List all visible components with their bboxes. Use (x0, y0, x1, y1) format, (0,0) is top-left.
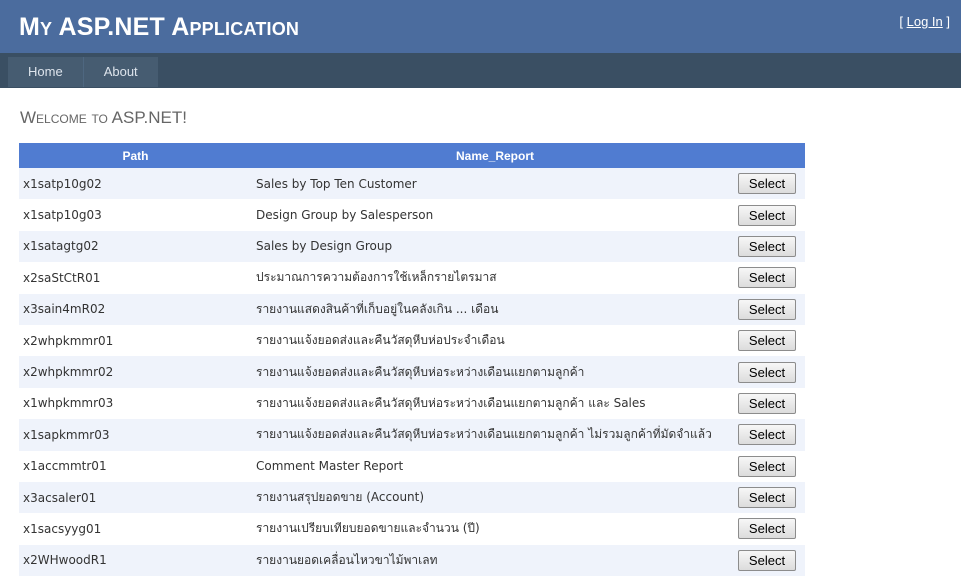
row-select-cell: Select (738, 419, 805, 451)
table-row: x2WHwoodR1 รายงานยอดเคลื่อนไหวขาไม้พาเลท S… (19, 544, 805, 576)
row-select-cell: Select (738, 324, 805, 357)
row-select-cell: Select (738, 230, 805, 263)
log-in-link[interactable]: Log In (907, 14, 943, 29)
select-button[interactable]: Select (738, 173, 796, 195)
row-name-report-cell: รายงานสรุปยอดขาย (Account) (252, 481, 738, 514)
grid-body: x1satp10g02 Sales by Top Ten Customer Sele… (19, 168, 805, 576)
row-path-cell: x1satp10g03 (19, 199, 252, 231)
select-button[interactable]: Select (738, 235, 796, 257)
row-path-cell: x1accmmtr01 (19, 450, 252, 482)
row-name-report-cell: ประมาณการความต้องการใช้เหล็กรายไตรมาส (252, 262, 738, 294)
row-name-report-cell: Design Group by Salesperson (252, 199, 738, 231)
table-row: x1accmmtr01 Comment Master Report Select (19, 450, 805, 482)
row-path-cell: x2whpkmmr02 (19, 356, 252, 388)
table-row: x1satagtg02 Sales by Design Group Select (19, 230, 805, 263)
column-header-path[interactable]: Path (19, 143, 252, 168)
table-row: x1satp10g03 Design Group by Salesperson Se… (19, 199, 805, 231)
row-path-cell: x2WHwoodR1 (19, 544, 252, 576)
select-button[interactable]: Select (738, 298, 796, 320)
login-bracket-open: [ (899, 14, 907, 29)
row-name-report-cell: Sales by Top Ten Customer (252, 168, 738, 200)
table-row: x3sain4mR02 รายงานแสดงสินค้าที่เก็บอยู่ใน… (19, 293, 805, 325)
row-select-cell: Select (738, 356, 805, 388)
row-name-report-cell: Comment Master Report (252, 450, 738, 482)
grid-header-row: Path Name_Report (19, 143, 805, 168)
row-select-cell: Select (738, 481, 805, 514)
table-row: x1sacsyyg01 รายงานเปรียบเทียบยอดขายและจำน… (19, 513, 805, 545)
menu-item-home[interactable]: Home (8, 57, 83, 87)
table-row: x1whpkmmr03 รายงานแจ้งยอดส่งและคืนวัสดุหี… (19, 387, 805, 420)
row-select-cell: Select (738, 387, 805, 420)
report-grid: Path Name_Report x1satp10g02 Sales by Top… (19, 143, 805, 576)
login-bracket-close: ] (942, 14, 950, 29)
row-path-cell: x1whpkmmr03 (19, 387, 252, 420)
row-name-report-cell: รายงานแจ้งยอดส่งและคืนวัสดุหีบห่อระหว่าง… (252, 419, 738, 451)
row-path-cell: x1satp10g02 (19, 168, 252, 200)
row-select-cell: Select (738, 168, 805, 200)
login-display: [ Log In ] (899, 14, 950, 29)
table-row: x2saStCtR01 ประมาณการความต้องการใช้เหล็กร… (19, 262, 805, 294)
row-name-report-cell: Sales by Design Group (252, 230, 738, 263)
row-path-cell: x1sapkmmr03 (19, 419, 252, 451)
row-path-cell: x1satagtg02 (19, 230, 252, 263)
select-button[interactable]: Select (738, 330, 796, 352)
row-name-report-cell: รายงานแจ้งยอดส่งและคืนวัสดุหีบห่อประจำเด… (252, 324, 738, 357)
table-row: x2whpkmmr01 รายงานแจ้งยอดส่งและคืนวัสดุหี… (19, 324, 805, 357)
row-select-cell: Select (738, 293, 805, 325)
select-button[interactable]: Select (738, 424, 796, 446)
row-path-cell: x2whpkmmr01 (19, 324, 252, 357)
row-name-report-cell: รายงานแจ้งยอดส่งและคืนวัสดุหีบห่อระหว่าง… (252, 356, 738, 388)
menu-bar: Home About (0, 53, 961, 88)
row-path-cell: x1sacsyyg01 (19, 513, 252, 545)
page-header: My ASP.NET Application [ Log In ] (0, 0, 961, 53)
row-select-cell: Select (738, 544, 805, 576)
row-name-report-cell: รายงานแสดงสินค้าที่เก็บอยู่ในคลังเกิน ..… (252, 293, 738, 325)
row-path-cell: x3acsaler01 (19, 481, 252, 514)
row-select-cell: Select (738, 199, 805, 231)
row-name-report-cell: รายงานเปรียบเทียบยอดขายและจำนวน (ปี) (252, 513, 738, 545)
select-button[interactable]: Select (738, 392, 796, 414)
row-select-cell: Select (738, 450, 805, 482)
table-row: x1satp10g02 Sales by Top Ten Customer Sele… (19, 168, 805, 200)
row-name-report-cell: รายงานยอดเคลื่อนไหวขาไม้พาเลท (252, 544, 738, 576)
row-select-cell: Select (738, 262, 805, 294)
page-heading: Welcome to ASP.NET! (20, 108, 187, 127)
row-name-report-cell: รายงานแจ้งยอดส่งและคืนวัสดุหีบห่อระหว่าง… (252, 387, 738, 420)
select-button[interactable]: Select (738, 549, 796, 571)
row-path-cell: x2saStCtR01 (19, 262, 252, 294)
column-header-name-report[interactable]: Name_Report (252, 143, 738, 168)
menu-item-about[interactable]: About (82, 57, 158, 87)
table-row: x1sapkmmr03 รายงานแจ้งยอดส่งและคืนวัสดุหี… (19, 419, 805, 451)
select-button[interactable]: Select (738, 455, 796, 477)
main-menu: Home About (8, 57, 158, 87)
select-button[interactable]: Select (738, 487, 796, 509)
row-path-cell: x3sain4mR02 (19, 293, 252, 325)
row-select-cell: Select (738, 513, 805, 545)
app-title: My ASP.NET Application (19, 13, 300, 41)
table-row: x2whpkmmr02 รายงานแจ้งยอดส่งและคืนวัสดุหี… (19, 356, 805, 388)
select-button[interactable]: Select (738, 267, 796, 289)
table-row: x3acsaler01 รายงานสรุปยอดขาย (Account) Sel… (19, 481, 805, 514)
select-button[interactable]: Select (738, 204, 796, 226)
select-button[interactable]: Select (738, 518, 796, 540)
column-header-select (738, 143, 805, 168)
select-button[interactable]: Select (738, 361, 796, 383)
